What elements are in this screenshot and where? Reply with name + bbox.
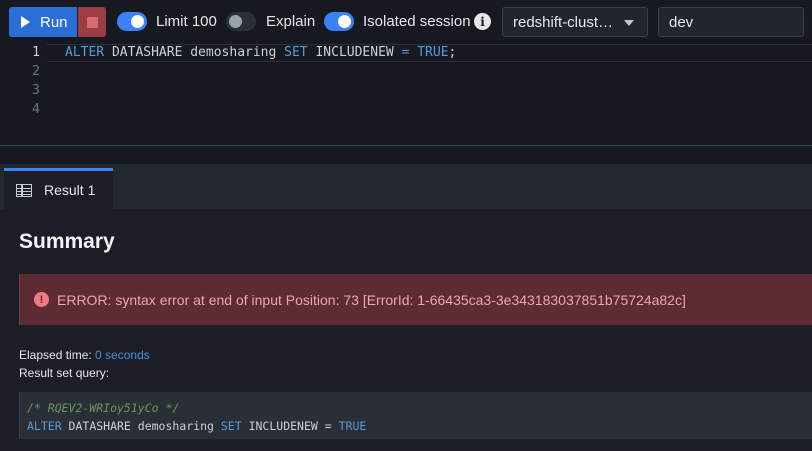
editor-line: 2	[0, 63, 812, 81]
summary-title: Summary	[19, 230, 115, 253]
code-text: ALTER DATASHARE demosharing SET INCLUDEN…	[65, 45, 457, 60]
explain-toggle[interactable]	[226, 12, 256, 31]
result-query-box: /* RQEV2-WRIoy51yCo */ ALTER DATASHARE d…	[19, 392, 812, 439]
database-select[interactable]: dev	[658, 7, 804, 37]
spacer	[0, 146, 812, 164]
line-number: 3	[32, 83, 40, 98]
editor-line: 4	[0, 101, 812, 119]
result-tabbar: Result 1	[0, 164, 812, 209]
line-number: 4	[32, 102, 40, 117]
limit-label: Limit 100	[156, 13, 217, 30]
stop-icon	[86, 16, 98, 28]
result-set-query-label: Result set query:	[19, 366, 110, 380]
editor-line: 3	[0, 82, 812, 100]
run-button-label: Run	[40, 13, 68, 31]
tab-result-1[interactable]: Result 1	[4, 168, 113, 209]
error-message: ERROR: syntax error at end of input Posi…	[57, 291, 686, 308]
explain-label: Explain	[266, 13, 316, 30]
elapsed-time: Elapsed time: 0 seconds	[19, 348, 150, 362]
chevron-down-icon	[624, 20, 634, 26]
limit-toggle[interactable]	[117, 12, 147, 31]
line-number: 2	[32, 64, 40, 79]
elapsed-label: Elapsed time:	[19, 348, 96, 362]
run-button[interactable]: Run	[9, 7, 77, 37]
error-icon: !	[34, 292, 49, 307]
error-alert: ! ERROR: syntax error at end of input Po…	[19, 274, 812, 325]
stop-button[interactable]	[78, 7, 106, 37]
toggle-knob	[229, 15, 242, 28]
cluster-select-value: redshift-clust…	[513, 13, 614, 31]
tab-label: Result 1	[44, 182, 96, 198]
toggle-knob	[131, 15, 144, 28]
isolated-session-toggle[interactable]	[324, 12, 354, 31]
line-number: 1	[32, 45, 40, 60]
database-select-value: dev	[669, 13, 694, 31]
table-icon	[16, 183, 32, 197]
sql-editor[interactable]: 1 ALTER DATASHARE demosharing SET INCLUD…	[0, 44, 812, 145]
isolated-session-label: Isolated session	[363, 13, 471, 30]
toggle-knob	[338, 15, 351, 28]
info-icon[interactable]: i	[474, 13, 491, 30]
query-text: ALTER DATASHARE demosharing SET INCLUDEN…	[27, 419, 367, 433]
query-comment: /* RQEV2-WRIoy51yCo */	[27, 401, 180, 415]
result-panel: Summary ! ERROR: syntax error at end of …	[0, 209, 812, 451]
cluster-select[interactable]: redshift-clust…	[502, 7, 648, 37]
editor-line: 1 ALTER DATASHARE demosharing SET INCLUD…	[0, 44, 812, 62]
play-icon	[21, 16, 30, 28]
query-toolbar: Run Limit 100 Explain Isolated session i…	[0, 0, 812, 44]
elapsed-value-link[interactable]: 0 seconds	[95, 348, 150, 362]
